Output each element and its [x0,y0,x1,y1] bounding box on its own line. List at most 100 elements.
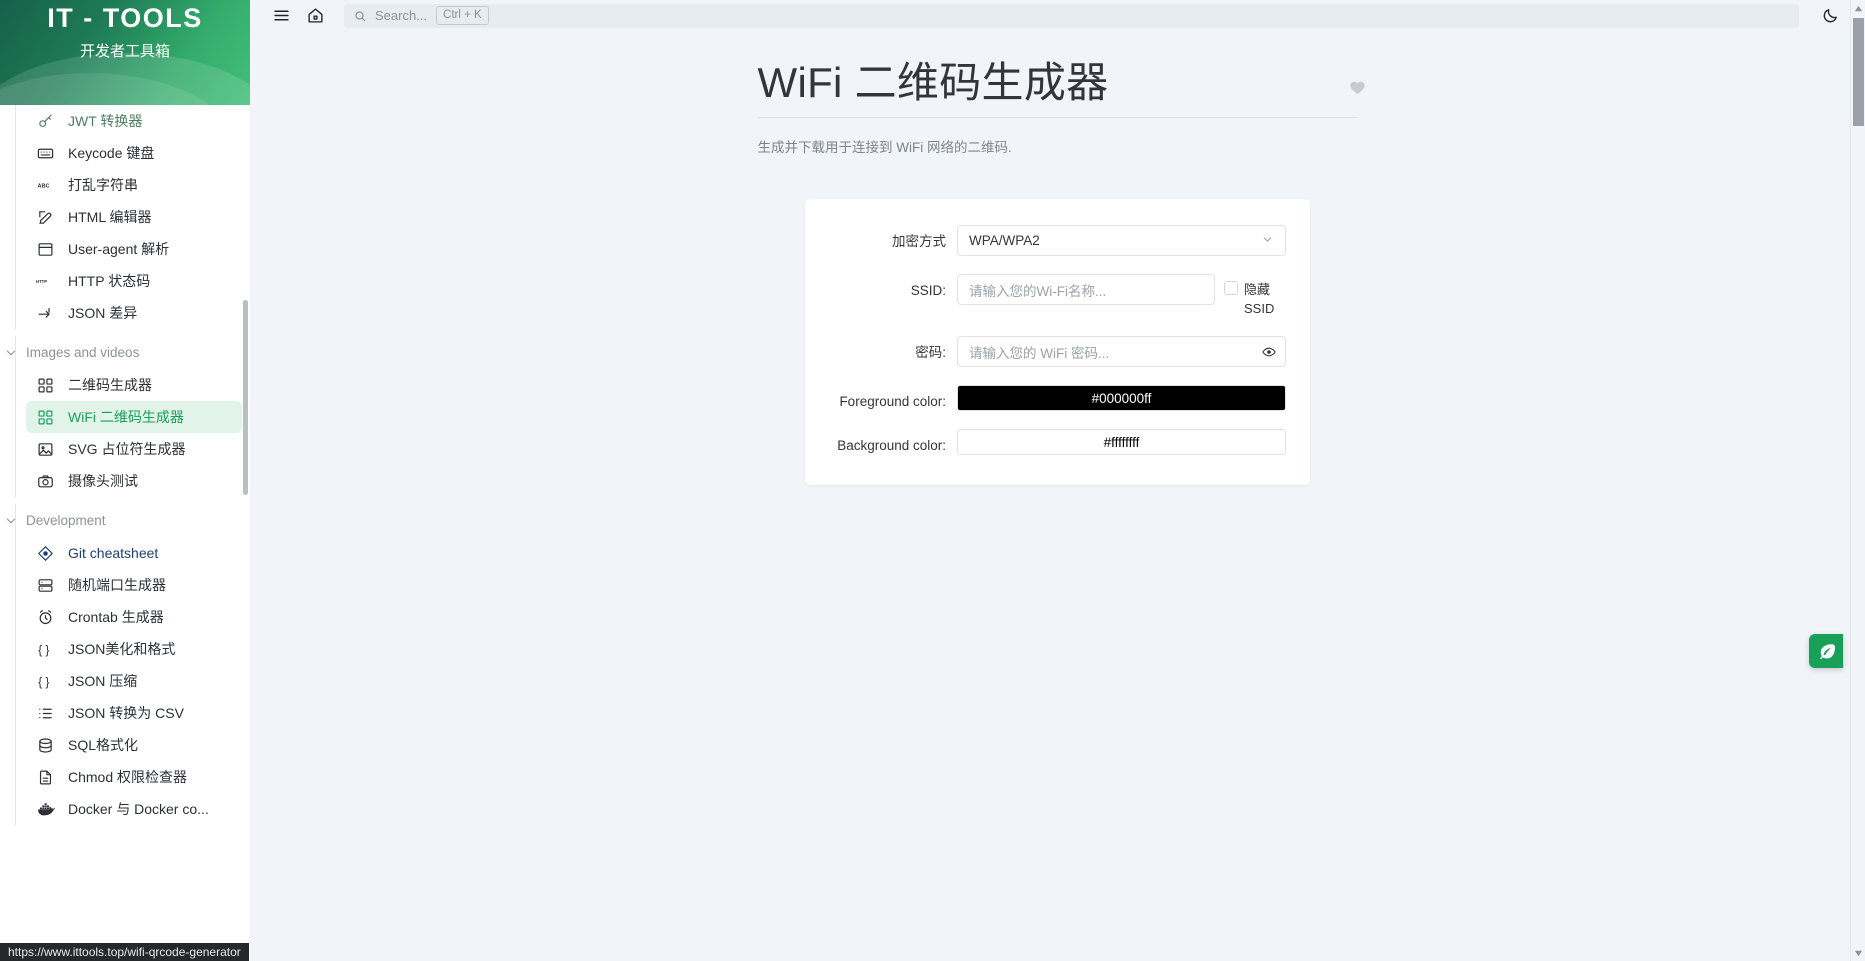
sidebar-item[interactable]: SQL格式化 [26,729,242,761]
file-text-icon [36,768,55,787]
encryption-value: WPA/WPA2 [969,233,1040,248]
brand-subtitle: 开发者工具箱 [79,43,170,60]
docker-whale-icon [36,800,55,819]
nav-group-top: JWT 转换器 Keycode 键盘 ABC 打乱字符串 HTML 编辑器 User-ag… [15,105,250,329]
title-divider [757,117,1358,118]
ssid-input[interactable]: 请输入您的Wi-Fi名称... [957,274,1215,305]
sidebar-brand-header: IT - TOOLS 开发者工具箱 [0,0,250,105]
key-icon [36,112,55,131]
sidebar-item-label: Docker 与 Docker co... [68,801,209,817]
page-header: WiFi 二维码生成器 生成并下载用于连接到 WiFi 网络的二维码. [757,55,1365,156]
sidebar-item[interactable]: 随机端口生成器 [26,569,242,601]
camera-icon [36,472,55,491]
sidebar-item[interactable]: { } JSON 压缩 [26,665,242,697]
sidebar-item[interactable]: HTTP HTTP 状态码 [26,265,242,297]
background-color-value: #ffffffff [1103,434,1140,450]
password-input[interactable]: 请输入您的 WiFi 密码... [957,336,1286,367]
foreground-color-label: Foreground color: [839,394,946,409]
sidebar-item[interactable]: JSON 转换为 CSV [26,697,242,729]
sidebar-item[interactable]: Crontab 生成器 [26,601,242,633]
ssid-label: SSID: [910,283,946,298]
alarm-clock-icon [36,608,55,627]
sidebar-item-label: Crontab 生成器 [68,609,164,625]
braces-icon: { } [36,672,55,691]
nav-group-title: Development [26,513,106,528]
sidebar-item-label: User-agent 解析 [68,241,170,257]
sidebar-item-label: Keycode 键盘 [68,145,155,161]
sidebar-item-label: HTTP 状态码 [68,273,151,289]
sidebar-item[interactable]: Git cheatsheet [26,537,242,569]
qrcode-icon [36,376,55,395]
form-row-background-color: Background color: #ffffffff [829,429,1286,455]
page-subtitle: 生成并下载用于连接到 WiFi 网络的二维码. [757,140,1012,155]
chevron-down-icon [1261,233,1274,249]
heart-icon[interactable] [1349,79,1366,101]
sidebar-item[interactable]: 二维码生成器 [26,369,242,401]
sidebar-item[interactable]: { } JSON美化和格式 [26,633,242,665]
server-icon [36,576,55,595]
sidebar-item[interactable]: Keycode 键盘 [26,137,242,169]
browser-window-icon [36,240,55,259]
hidden-ssid-checkbox-wrap[interactable]: 隐藏 SSID [1224,274,1286,318]
form-row-foreground-color: Foreground color: #000000ff [829,385,1286,411]
list-icon [36,704,55,723]
sidebar-item[interactable]: JWT 转换器 [26,105,242,137]
hidden-ssid-checkbox[interactable] [1224,281,1238,295]
eye-icon[interactable] [1262,345,1276,359]
page-scrollbar-thumb[interactable] [1853,18,1864,126]
sidebar-item[interactable]: Docker 与 Docker co... [26,793,242,825]
svg-text:{ }: { } [38,642,49,656]
sidebar-item-label: JSON 压缩 [68,673,138,689]
password-placeholder: 请输入您的 WiFi 密码... [969,345,1110,361]
foreground-color-swatch[interactable]: #000000ff [957,385,1286,411]
nav-group-header[interactable]: Development [4,504,250,537]
page-title: WiFi 二维码生成器 [757,59,1109,106]
sidebar-item-label: 二维码生成器 [68,377,152,393]
nav-group-header[interactable]: Images and videos [4,336,250,369]
sidebar-item[interactable]: 摄像头测试 [26,465,242,497]
svg-text:ABC: ABC [38,183,50,189]
sidebar-item-label: 随机端口生成器 [68,577,166,593]
sidebar-nav[interactable]: JWT 转换器 Keycode 键盘 ABC 打乱字符串 HTML 编辑器 User-ag… [0,105,250,961]
form-row-password: 密码: 请输入您的 WiFi 密码... [829,336,1286,367]
sidebar-item[interactable]: SVG 占位符生成器 [26,433,242,465]
leaf-icon[interactable] [1809,634,1843,668]
nav-group-title: Images and videos [26,345,140,360]
sidebar-item-label: Chmod 权限检查器 [68,769,188,785]
sidebar-item-label: JSON美化和格式 [68,641,176,657]
page-content: WiFi 二维码生成器 生成并下载用于连接到 WiFi 网络的二维码. 加密方式… [250,31,1865,961]
scroll-down-arrow-icon[interactable] [1851,945,1865,961]
hamburger-menu-icon[interactable] [264,3,298,29]
encryption-label: 加密方式 [892,234,946,249]
nav-group: Images and videos 二维码生成器 WiFi 二维码生成器 SVG 占位… [6,336,250,497]
search-icon [355,10,366,21]
moon-icon[interactable] [1813,3,1847,29]
sidebar-item[interactable]: User-agent 解析 [26,233,242,265]
sidebar-scrollbar-thumb[interactable] [243,300,248,495]
keyboard-icon [36,144,55,163]
svg-text:{ }: { } [38,674,49,688]
scroll-up-arrow-icon[interactable] [1851,0,1865,16]
sidebar-item[interactable]: Chmod 权限检查器 [26,761,242,793]
encryption-select[interactable]: WPA/WPA2 [957,225,1286,256]
sidebar-item-label: HTML 编辑器 [68,209,152,225]
sidebar-item[interactable]: HTML 编辑器 [26,201,242,233]
sidebar-item[interactable]: ABC 打乱字符串 [26,169,242,201]
password-control: 请输入您的 WiFi 密码... [957,336,1286,367]
ssid-control: 请输入您的Wi-Fi名称... 隐藏 SSID [957,274,1286,318]
background-color-control: #ffffffff [957,429,1286,455]
wifi-form-card: 加密方式 WPA/WPA2 SSID: 请输入您的Wi-Fi名称... 隐藏 S… [805,199,1310,485]
git-icon [36,544,55,563]
search-placeholder: Search... [375,8,428,23]
sidebar-item[interactable]: WiFi 二维码生成器 [26,401,242,433]
page-scrollbar[interactable] [1850,0,1865,961]
background-color-swatch[interactable]: #ffffffff [957,429,1286,455]
diff-arrow-icon [36,304,55,323]
top-bar: Search... Ctrl + K [250,0,1865,31]
home-icon[interactable] [298,3,332,29]
sidebar-item-label: JWT 转换器 [68,113,143,129]
search-input[interactable]: Search... Ctrl + K [344,3,1799,28]
sidebar-item[interactable]: JSON 差异 [26,297,242,329]
